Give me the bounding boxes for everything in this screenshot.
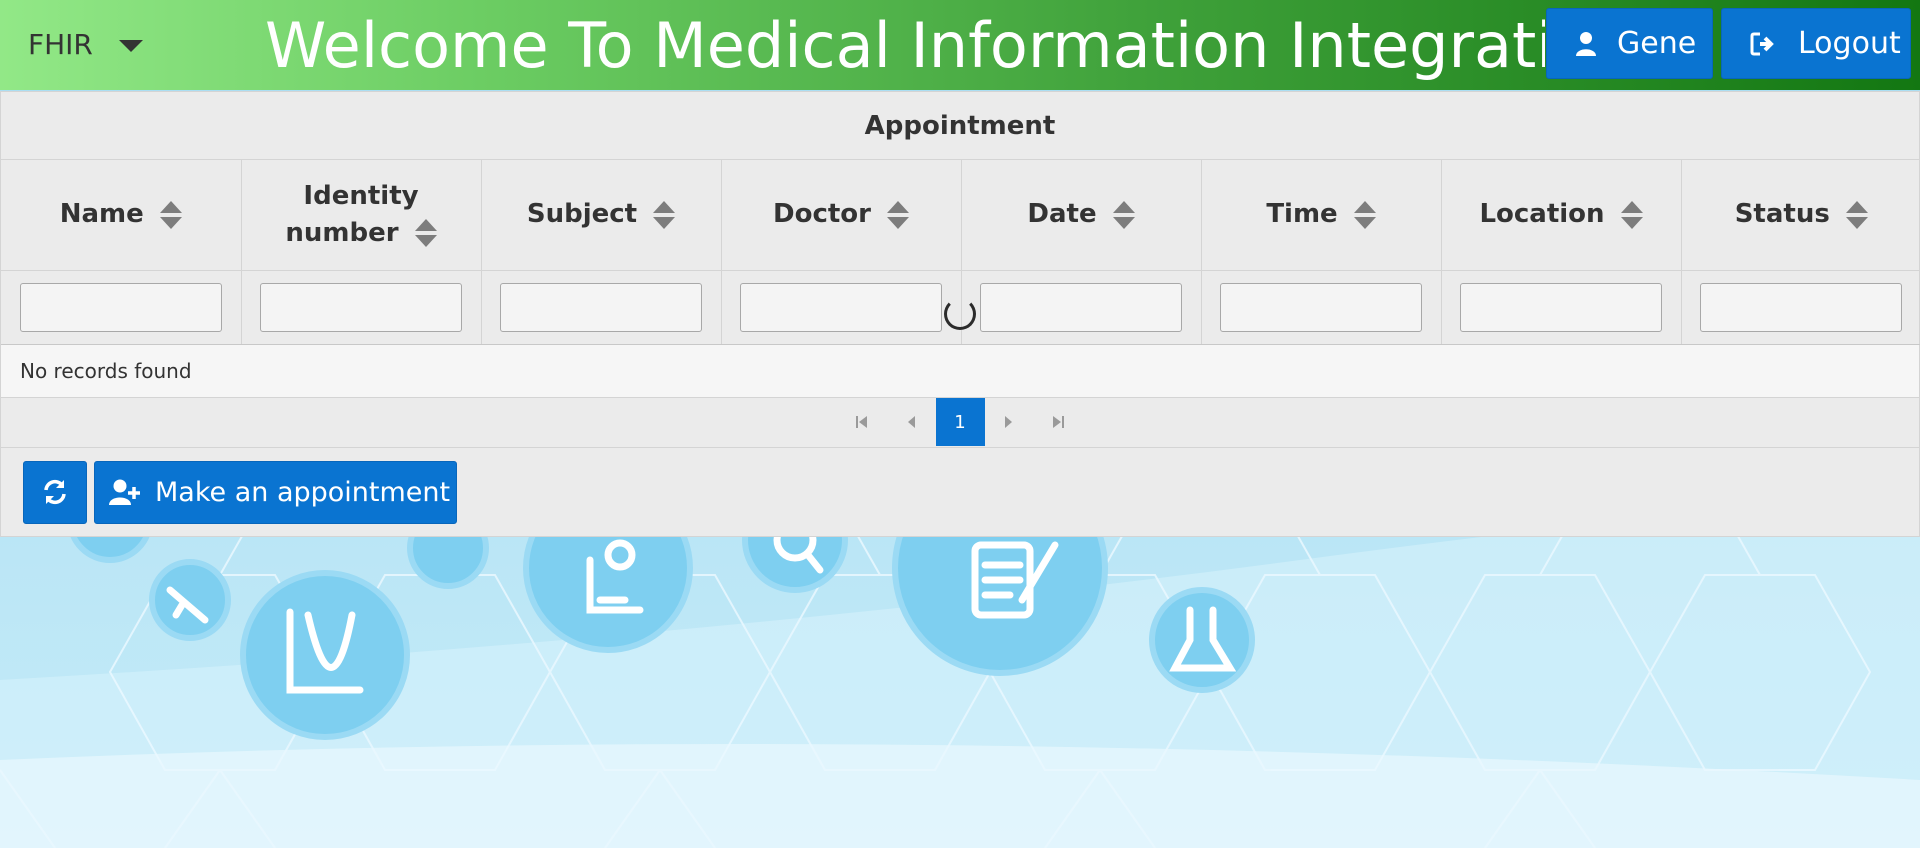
- column-header-identity-number[interactable]: Identity number: [241, 160, 482, 271]
- filter-cell: [1681, 270, 1920, 345]
- column-header-name[interactable]: Name: [1, 160, 242, 271]
- logout-button-label: Logout: [1798, 26, 1901, 61]
- page-button-current[interactable]: 1: [935, 398, 985, 446]
- filter-cell: [1441, 270, 1682, 345]
- column-header-date[interactable]: Date: [961, 160, 1202, 271]
- page-title: Welcome To Medical Information Integrati…: [265, 9, 1545, 82]
- brand-label: FHIR: [28, 28, 93, 61]
- sort-icon: [1620, 200, 1643, 229]
- user-plus-icon: [109, 479, 140, 505]
- column-header-status[interactable]: Status: [1681, 160, 1920, 271]
- prev-page-button[interactable]: [887, 398, 936, 446]
- refresh-button[interactable]: [23, 460, 87, 524]
- user-icon: [1576, 31, 1596, 56]
- filter-time-input[interactable]: [1220, 282, 1422, 332]
- filter-cell: [1201, 270, 1442, 345]
- empty-message: No records found: [1, 344, 1919, 398]
- filter-date-input[interactable]: [980, 282, 1182, 332]
- panel-toolbar: Make an appointment: [1, 448, 1919, 534]
- header-bar: FHIR Welcome To Medical Information Inte…: [0, 0, 1920, 90]
- filter-cell: [1, 270, 242, 345]
- column-label: Date: [1027, 199, 1097, 230]
- column-label: Status: [1734, 199, 1830, 230]
- filter-cell: [961, 270, 1202, 345]
- user-button[interactable]: Gene: [1546, 8, 1713, 79]
- pagination: 1: [1, 398, 1919, 448]
- header-row: Name Identity number Subject Doctor Date…: [1, 160, 1920, 271]
- caret-down-icon: [118, 39, 143, 52]
- make-appointment-label: Make an appointment: [155, 476, 451, 508]
- panel-title: Appointment: [1, 92, 1919, 160]
- column-label: Identity number: [248, 178, 475, 252]
- column-label: Name: [59, 199, 144, 230]
- filter-doctor-input[interactable]: [740, 282, 942, 332]
- sort-icon: [653, 200, 676, 229]
- logout-button[interactable]: Logout: [1721, 8, 1911, 79]
- caret-right-icon: [1005, 416, 1012, 428]
- sort-icon: [1353, 200, 1376, 229]
- caret-left-icon: [908, 416, 915, 428]
- filter-cell: [721, 270, 962, 345]
- column-label: Location: [1479, 199, 1605, 230]
- last-page-icon: [1053, 416, 1064, 428]
- last-page-button[interactable]: [1034, 398, 1083, 446]
- column-label: Doctor: [773, 199, 871, 230]
- brand-menu[interactable]: FHIR: [28, 28, 143, 61]
- filter-status-input[interactable]: [1700, 282, 1903, 332]
- sort-icon: [414, 219, 437, 248]
- user-button-label: Gene: [1617, 26, 1697, 61]
- filter-identity-input[interactable]: [260, 282, 462, 332]
- first-page-button[interactable]: [838, 398, 887, 446]
- filter-name-input[interactable]: [19, 282, 222, 332]
- first-page-icon: [856, 416, 867, 428]
- sort-icon: [1845, 200, 1868, 229]
- filter-subject-input[interactable]: [500, 282, 702, 332]
- column-label: Time: [1266, 199, 1338, 230]
- column-header-location[interactable]: Location: [1441, 160, 1682, 271]
- next-page-button[interactable]: [985, 398, 1034, 446]
- loading-spinner-icon: [944, 298, 976, 330]
- column-label-text: Identity number: [285, 180, 419, 248]
- sort-icon: [159, 200, 182, 229]
- column-label: Subject: [526, 199, 638, 230]
- sign-out-icon: [1750, 32, 1774, 55]
- refresh-icon: [44, 479, 66, 505]
- filter-cell: [481, 270, 722, 345]
- filter-cell: [241, 270, 482, 345]
- column-header-time[interactable]: Time: [1201, 160, 1442, 271]
- column-header-subject[interactable]: Subject: [481, 160, 722, 271]
- sort-icon: [886, 200, 909, 229]
- make-appointment-button[interactable]: Make an appointment: [94, 460, 457, 524]
- sort-icon: [1112, 200, 1135, 229]
- column-header-doctor[interactable]: Doctor: [721, 160, 962, 271]
- filter-location-input[interactable]: [1460, 282, 1662, 332]
